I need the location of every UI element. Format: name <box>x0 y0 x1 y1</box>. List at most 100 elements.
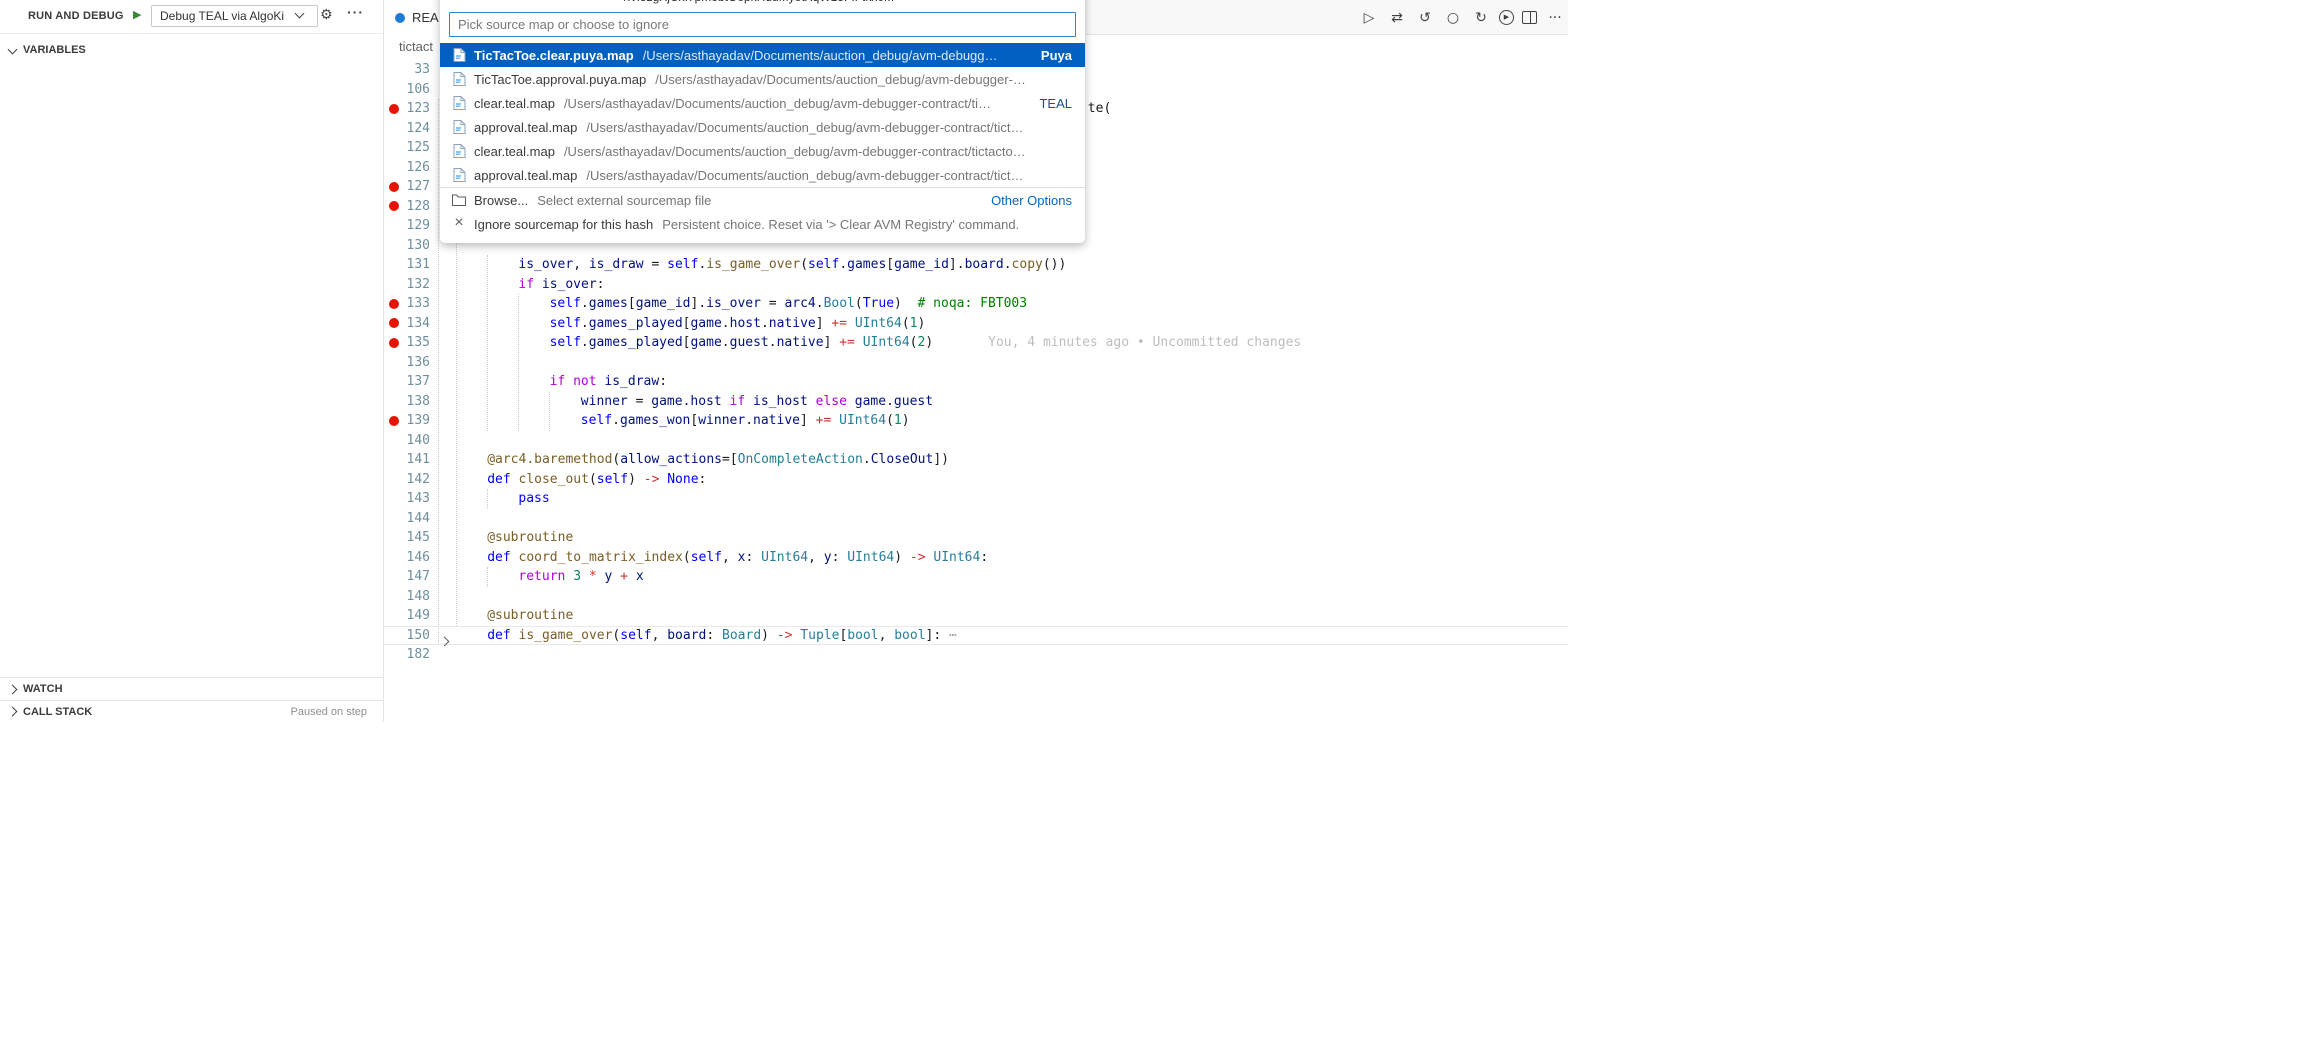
line-number: 149 <box>384 606 430 626</box>
quickpick-item-label: approval.teal.map <box>474 168 577 183</box>
more-actions-icon[interactable]: ··· <box>1545 8 1565 28</box>
tab-label: REA <box>412 10 439 25</box>
folder-icon <box>451 194 467 206</box>
code-line[interactable]: 137if not is_draw: <box>384 372 1568 392</box>
quickpick-item[interactable]: approval.teal.map/Users/asthayadav/Docum… <box>440 163 1085 187</box>
line-number: 138 <box>384 392 430 412</box>
sourcemap-file-icon <box>451 48 467 62</box>
code-line[interactable]: 139self.games_won[winner.native] += UInt… <box>384 411 1568 431</box>
annotate-forward-icon[interactable]: ↻ <box>1471 8 1491 28</box>
vscode-window: RUN AND DEBUG ▶ Debug TEAL via AlgoKi ⚙ … <box>0 0 1568 722</box>
code-line[interactable]: 149 @subroutine <box>384 606 1568 626</box>
code-text: if not is_draw: <box>456 372 667 392</box>
code-line[interactable]: 150 def is_game_over(self, board: Board) … <box>384 626 1568 646</box>
quickpick-group-label[interactable]: Other Options <box>977 193 1072 208</box>
code-text: winner = game.host if is_host else game.… <box>456 392 933 412</box>
code-line[interactable]: 134self.games_played[game.host.native] +… <box>384 314 1568 334</box>
annotate-back-icon[interactable]: ↺ <box>1415 8 1435 28</box>
quickpick-item-description: /Users/asthayadav/Documents/auction_debu… <box>655 72 1026 87</box>
code-text: if is_over: <box>456 275 605 295</box>
sourcemap-file-icon <box>451 144 467 158</box>
code-line[interactable]: 142def close_out(self) -> None: <box>384 470 1568 490</box>
line-number: 126 <box>384 158 430 178</box>
code-text: self.games[game_id].is_over = arc4.Bool(… <box>456 294 1027 314</box>
chevron-down-icon <box>8 44 18 54</box>
run-and-debug-header: RUN AND DEBUG ▶ Debug TEAL via AlgoKi ⚙ … <box>0 0 383 34</box>
code-line[interactable]: 132 if is_over: <box>384 275 1568 295</box>
quickpick-item-description: Persistent choice. Reset via '> Clear AV… <box>662 217 1019 232</box>
quickpick-input[interactable] <box>449 12 1076 37</box>
quickpick-list: TicTacToe.clear.puya.map/Users/asthayada… <box>440 43 1085 236</box>
code-text: def is_game_over(self, board: Board) -> … <box>456 626 957 646</box>
line-number: 148 <box>384 587 430 607</box>
quickpick-item[interactable]: clear.teal.map/Users/asthayadav/Document… <box>440 139 1085 163</box>
quickpick-item-label: approval.teal.map <box>474 120 577 135</box>
paused-status-badge: Paused on step <box>291 706 367 718</box>
sidebar-title: RUN AND DEBUG <box>28 10 124 22</box>
line-number: 123 <box>384 99 430 119</box>
code-line[interactable]: 145@subroutine <box>384 528 1568 548</box>
code-line[interactable]: 140 <box>384 431 1568 451</box>
quickpick-item[interactable]: clear.teal.map/Users/asthayadav/Document… <box>440 91 1085 115</box>
start-debug-button[interactable]: ▶ <box>133 8 141 21</box>
code-line[interactable]: 141@arc4.baremethod(allow_actions=[OnCom… <box>384 450 1568 470</box>
quickpick-item-description: /Users/asthayadav/Documents/auction_debu… <box>586 120 1023 135</box>
compare-icon[interactable]: ⇄ <box>1387 8 1407 28</box>
call-stack-section-header[interactable]: CALL STACK Paused on step <box>0 700 383 722</box>
quickpick-item-tag: TEAL <box>1025 96 1072 111</box>
file-icon <box>395 13 405 23</box>
code-text: self.games_played[game.guest.native] += … <box>456 333 1301 353</box>
quickpick-item[interactable]: approval.teal.map/Users/asthayadav/Docum… <box>440 115 1085 139</box>
code-line[interactable]: 144 <box>384 509 1568 529</box>
chevron-right-icon <box>8 684 18 694</box>
code-text: def close_out(self) -> None: <box>456 470 706 490</box>
line-number: 132 <box>384 275 430 295</box>
code-line[interactable]: 146def coord_to_matrix_index(self, x: UI… <box>384 548 1568 568</box>
code-line[interactable]: 143pass <box>384 489 1568 509</box>
code-text: @subroutine <box>456 606 573 626</box>
quickpick-item-tag: Puya <box>1027 48 1072 63</box>
call-stack-label: CALL STACK <box>23 706 92 718</box>
code-line[interactable]: 147return 3 * y + x <box>384 567 1568 587</box>
code-line[interactable]: 135self.games_played[game.guest.native] … <box>384 333 1568 353</box>
quickpick-item-label: TicTacToe.approval.puya.map <box>474 72 646 87</box>
code-text: def coord_to_matrix_index(self, x: UInt6… <box>456 548 988 568</box>
quickpick-item-label: clear.teal.map <box>474 144 555 159</box>
line-number: 129 <box>384 216 430 236</box>
more-actions-icon[interactable]: ··· <box>347 4 364 20</box>
code-line[interactable]: 131is_over, is_draw = self.is_game_over(… <box>384 255 1568 275</box>
quickpick-item[interactable]: × Ignore sourcemap for this hash Persisten… <box>440 212 1085 236</box>
gear-icon[interactable]: ⚙ <box>320 7 333 23</box>
variables-label: VARIABLES <box>23 44 86 56</box>
line-number: 150 <box>384 626 430 646</box>
quickpick-item-label: Ignore sourcemap for this hash <box>474 217 653 232</box>
code-line[interactable]: 182 <box>384 645 1568 665</box>
code-line[interactable]: 136 <box>384 353 1568 373</box>
line-number: 143 <box>384 489 430 509</box>
run-circle-icon[interactable]: ▶ <box>1499 10 1514 25</box>
code-line[interactable]: 138 winner = game.host if is_host else ga… <box>384 392 1568 412</box>
quickpick-item[interactable]: Browse...Select external sourcemap fileO… <box>440 187 1085 212</box>
chevron-right-icon <box>8 707 18 717</box>
run-icon[interactable]: ▷ <box>1359 8 1379 28</box>
split-editor-icon[interactable] <box>1522 11 1537 24</box>
editor-toolbar: ▷ ⇄ ↺ ○ ↻ ▶ ··· <box>1359 0 1565 35</box>
quickpick-item-description: /Users/asthayadav/Documents/auction_debu… <box>564 144 1026 159</box>
line-number: 128 <box>384 197 430 217</box>
record-icon[interactable]: ○ <box>1443 8 1463 28</box>
quickpick-item[interactable]: TicTacToe.approval.puya.map/Users/asthay… <box>440 67 1085 91</box>
watch-section-header[interactable]: WATCH <box>0 677 383 700</box>
debug-config-dropdown[interactable]: Debug TEAL via AlgoKi <box>151 5 318 27</box>
quickpick-item-description: /Users/asthayadav/Documents/auction_debu… <box>643 48 998 63</box>
code-text: @subroutine <box>456 528 573 548</box>
quickpick-item[interactable]: TicTacToe.clear.puya.map/Users/asthayada… <box>440 43 1085 67</box>
variables-section-header[interactable]: VARIABLES <box>0 39 383 61</box>
line-number: 130 <box>384 236 430 256</box>
code-line[interactable]: 133self.games[game_id].is_over = arc4.Bo… <box>384 294 1568 314</box>
line-number: 106 <box>384 80 430 100</box>
code-line[interactable]: 148 <box>384 587 1568 607</box>
quickpick-item-description: /Users/asthayadav/Documents/auction_debu… <box>564 96 991 111</box>
sourcemap-file-icon <box>451 168 467 182</box>
quickpick-item-label: clear.teal.map <box>474 96 555 111</box>
close-icon: × <box>451 217 467 231</box>
